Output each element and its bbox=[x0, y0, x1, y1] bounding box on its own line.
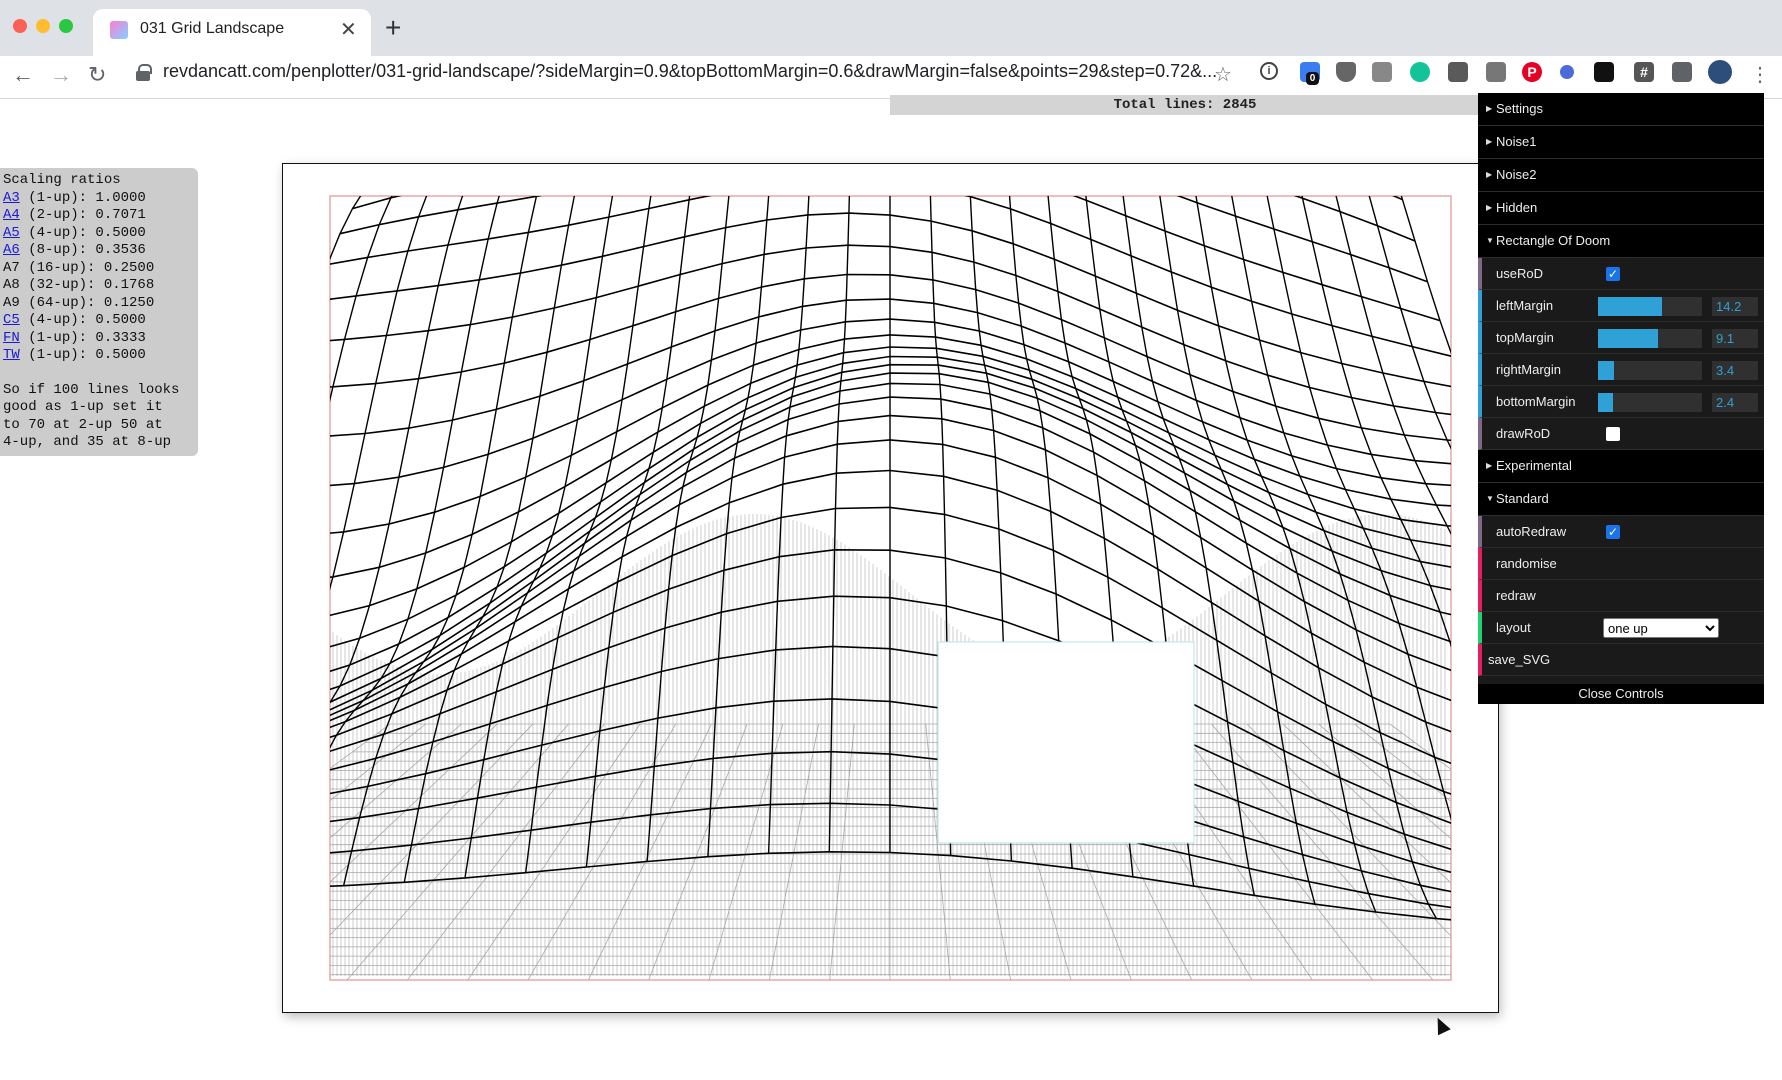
folder-noise2[interactable]: ▶ Noise2 bbox=[1478, 159, 1764, 192]
mouse-cursor-icon bbox=[1431, 1014, 1451, 1036]
hash-extension-icon[interactable]: # bbox=[1634, 62, 1654, 82]
paper-size-link[interactable]: A5 bbox=[3, 225, 20, 241]
folder-hidden[interactable]: ▶ Hidden bbox=[1478, 192, 1764, 225]
userod-label: useRoD bbox=[1496, 266, 1543, 281]
leftmargin-slider[interactable] bbox=[1598, 297, 1702, 316]
redraw-button[interactable]: redraw bbox=[1478, 580, 1764, 612]
bottommargin-slider[interactable] bbox=[1598, 393, 1702, 412]
autoredraw-checkbox[interactable] bbox=[1606, 516, 1620, 548]
info-extension-icon[interactable]: i bbox=[1260, 62, 1278, 80]
circle-extension-icon[interactable] bbox=[1560, 65, 1574, 79]
collapsed-triangle-icon: ▶ bbox=[1486, 203, 1493, 212]
total-lines-readout: Total lines: 2845 bbox=[890, 95, 1480, 115]
new-tab-plus-icon[interactable]: + bbox=[385, 12, 401, 44]
topmargin-slider[interactable] bbox=[1598, 329, 1702, 348]
drawrod-label: drawRoD bbox=[1496, 426, 1551, 441]
paper-size-link[interactable]: A6 bbox=[3, 242, 20, 258]
leftmargin-control: leftMargin 14.2 bbox=[1478, 290, 1764, 322]
grammarly-extension-icon[interactable] bbox=[1410, 62, 1430, 82]
plot-paper-canvas bbox=[282, 163, 1499, 1013]
userod-checkbox[interactable] bbox=[1606, 258, 1620, 290]
layout-select[interactable]: one up bbox=[1603, 618, 1719, 638]
autoredraw-control: autoRedraw bbox=[1478, 516, 1764, 548]
collapsed-triangle-icon: ▶ bbox=[1486, 104, 1493, 113]
bottommargin-value[interactable]: 2.4 bbox=[1712, 393, 1758, 412]
layout-label: layout bbox=[1496, 620, 1531, 635]
window-maximize-button[interactable] bbox=[59, 19, 73, 33]
tab-close-icon[interactable]: ✕ bbox=[340, 17, 357, 42]
ratio-row: FN (1-up): 0.3333 bbox=[3, 329, 146, 346]
folder-settings[interactable]: ▶ Settings bbox=[1478, 93, 1764, 126]
rightmargin-value[interactable]: 3.4 bbox=[1712, 361, 1758, 380]
image-extension-icon[interactable] bbox=[1486, 62, 1506, 82]
topmargin-value[interactable]: 9.1 bbox=[1712, 329, 1758, 348]
scaling-ratios-panel: Scaling ratios A3 (1-up): 1.0000 A4 (2-u… bbox=[0, 168, 198, 456]
topmargin-label: topMargin bbox=[1496, 330, 1554, 345]
lock-icon-body bbox=[136, 71, 150, 81]
layout-control: layout one up bbox=[1478, 612, 1764, 644]
ratio-row: A4 (2-up): 0.7071 bbox=[3, 207, 146, 223]
ratio-row: TW (1-up): 0.5000 bbox=[3, 347, 146, 363]
randomise-button[interactable]: randomise bbox=[1478, 548, 1764, 580]
bottommargin-label: bottomMargin bbox=[1496, 394, 1576, 409]
collapsed-triangle-icon: ▶ bbox=[1486, 137, 1493, 146]
camera-extension-icon[interactable] bbox=[1372, 62, 1392, 82]
drawrod-control: drawRoD bbox=[1478, 418, 1764, 450]
shield-extension-icon[interactable] bbox=[1336, 62, 1356, 82]
face-extension-icon[interactable] bbox=[1594, 62, 1614, 82]
window-minimize-button[interactable] bbox=[36, 19, 50, 33]
bookmark-star-icon[interactable]: ☆ bbox=[1214, 62, 1232, 87]
ratio-row: A6 (8-up): 0.3536 bbox=[3, 242, 146, 258]
collapsed-triangle-icon: ▶ bbox=[1486, 170, 1493, 179]
folder-noise1[interactable]: ▶ Noise1 bbox=[1478, 126, 1764, 159]
profile-avatar[interactable] bbox=[1708, 60, 1732, 84]
puzzle-extensions-icon[interactable] bbox=[1672, 62, 1692, 82]
folder-standard[interactable]: ▼ Standard bbox=[1478, 483, 1764, 516]
ratio-row: A5 (4-up): 0.5000 bbox=[3, 224, 146, 241]
drawrod-checkbox[interactable] bbox=[1606, 427, 1620, 441]
ratio-row: C5 (4-up): 0.5000 bbox=[3, 312, 146, 328]
scaling-note: So if 100 lines looks good as 1-up set i… bbox=[3, 381, 180, 451]
expanded-triangle-icon: ▼ bbox=[1486, 494, 1494, 503]
extension-badge: 0 bbox=[1306, 72, 1319, 85]
leftmargin-label: leftMargin bbox=[1496, 298, 1554, 313]
ratio-row: A7 (16-up): 0.2500 bbox=[3, 259, 155, 276]
folder-rectangle-of-doom[interactable]: ▼ Rectangle Of Doom bbox=[1478, 225, 1764, 258]
folder-experimental[interactable]: ▶ Experimental bbox=[1478, 450, 1764, 483]
controls-panel: ▶ Settings ▶ Noise1 ▶ Noise2 ▶ Hidden ▼ Recta… bbox=[1478, 93, 1764, 704]
plane-extension-icon[interactable] bbox=[1448, 62, 1468, 82]
grid-landscape-drawing bbox=[329, 195, 1452, 981]
close-controls-button[interactable]: Close Controls bbox=[1478, 684, 1764, 704]
rightmargin-slider[interactable] bbox=[1598, 361, 1702, 380]
address-bar[interactable]: revdancatt.com/penplotter/031-grid-lands… bbox=[163, 61, 1217, 82]
pinterest-extension-icon[interactable]: P bbox=[1522, 62, 1542, 82]
bottommargin-control: bottomMargin 2.4 bbox=[1478, 386, 1764, 418]
ratio-row: A8 (32-up): 0.1768 bbox=[3, 277, 155, 293]
paper-size-link[interactable]: C5 bbox=[3, 312, 20, 328]
userod-control: useRoD bbox=[1478, 258, 1764, 290]
leftmargin-value[interactable]: 14.2 bbox=[1712, 297, 1758, 316]
browser-menu-icon[interactable]: ⋮ bbox=[1750, 62, 1770, 87]
back-arrow-icon[interactable]: ← bbox=[12, 62, 34, 88]
save-svg-button[interactable]: save_SVG bbox=[1478, 644, 1764, 676]
scaling-ratios-title: Scaling ratios bbox=[3, 172, 121, 188]
ratio-row: A9 (64-up): 0.1250 bbox=[3, 294, 155, 311]
expanded-triangle-icon: ▼ bbox=[1486, 236, 1494, 245]
rightmargin-control: rightMargin 3.4 bbox=[1478, 354, 1764, 386]
tab-favicon-icon bbox=[110, 21, 128, 39]
autoredraw-label: autoRedraw bbox=[1496, 524, 1567, 539]
tab-title: 031 Grid Landscape bbox=[140, 20, 285, 37]
paper-size-link[interactable]: FN bbox=[3, 330, 20, 346]
rightmargin-label: rightMargin bbox=[1496, 362, 1562, 377]
paper-size-link[interactable]: A4 bbox=[3, 207, 20, 223]
collapsed-triangle-icon: ▶ bbox=[1486, 461, 1493, 470]
paper-size-link[interactable]: TW bbox=[3, 347, 20, 363]
forward-arrow-icon[interactable]: → bbox=[50, 62, 72, 88]
window-close-button[interactable] bbox=[13, 19, 27, 33]
ratio-row: A3 (1-up): 1.0000 bbox=[3, 189, 146, 206]
topmargin-control: topMargin 9.1 bbox=[1478, 322, 1764, 354]
paper-size-link[interactable]: A3 bbox=[3, 190, 20, 206]
reload-icon[interactable]: ↻ bbox=[88, 62, 106, 88]
